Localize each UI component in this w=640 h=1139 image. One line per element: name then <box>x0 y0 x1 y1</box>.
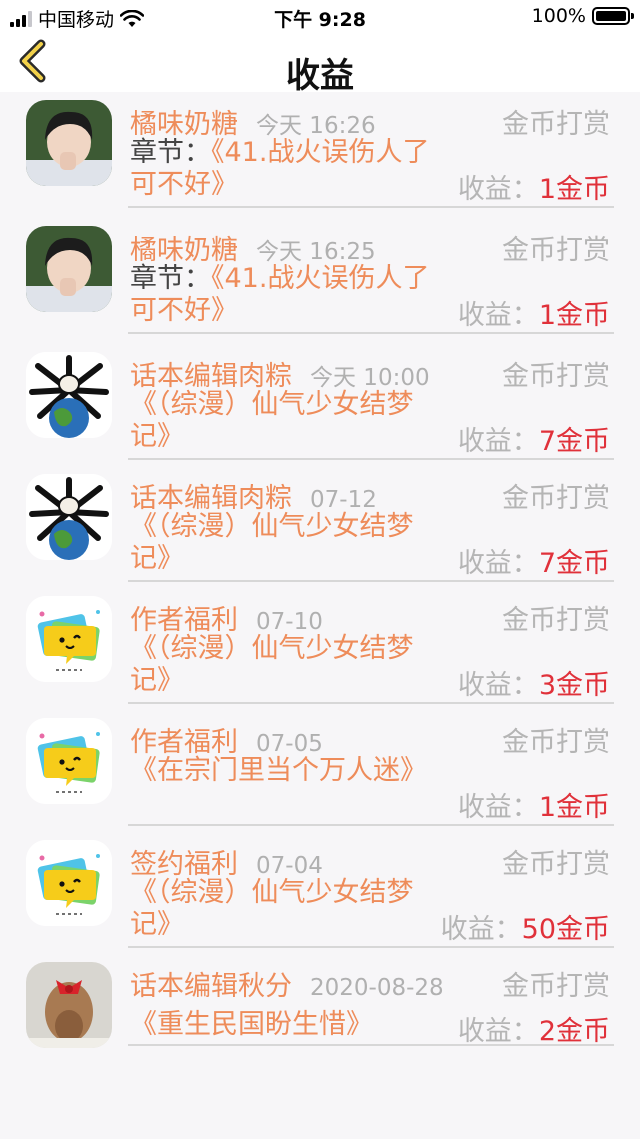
record-work: 章节：《41.战火误伤人了可不好》 <box>130 137 440 201</box>
record-name: 签约福利 07-04 <box>130 849 323 880</box>
earth-bones-icon <box>26 474 112 560</box>
record-earning: 收益：7金币 <box>457 548 610 579</box>
earning-amount: 1金币 <box>538 792 610 823</box>
divider <box>128 458 614 460</box>
record-name: 橘味奶糖 今天 16:25 <box>130 235 376 266</box>
avatar <box>26 840 112 926</box>
record-work: 《（综漫）仙气少女结梦记》 <box>130 511 414 574</box>
record-earning: 收益：2金币 <box>457 1016 610 1047</box>
record-type: 金币打赏 <box>502 109 610 140</box>
earning-amount: 3金币 <box>538 670 610 701</box>
record-type: 金币打赏 <box>502 235 610 266</box>
page-title: 收益 <box>286 56 354 96</box>
divider <box>128 1044 614 1046</box>
record-earning: 收益：1金币 <box>457 792 610 823</box>
earning-record[interactable]: 作者福利 07-10 金币打赏 《（综漫）仙气少女结梦记》 收益：3金币 <box>0 588 640 710</box>
earning-amount: 1金币 <box>538 300 610 331</box>
earning-record[interactable]: 作者福利 07-05 金币打赏 《在宗门里当个万人迷》 收益：1金币 <box>0 710 640 832</box>
record-name: 作者福利 07-05 <box>130 727 323 758</box>
divider <box>128 580 614 582</box>
earning-record[interactable]: 话本编辑秋分 2020-08-28 金币打赏 《重生民国盼生惜》 收益：2金币 <box>0 954 640 1076</box>
boy-photo-icon <box>26 100 112 186</box>
chapter-label: 章节： <box>130 137 211 168</box>
earning-record[interactable]: 签约福利 07-04 金币打赏 《（综漫）仙气少女结梦记》 收益：50金币 <box>0 832 640 954</box>
avatar <box>26 352 112 438</box>
record-name: 话本编辑秋分 2020-08-28 <box>130 971 444 1002</box>
record-type: 金币打赏 <box>502 361 610 392</box>
record-earning: 收益：1金币 <box>457 174 610 205</box>
record-work: 《重生民国盼生惜》 <box>130 1009 373 1040</box>
record-work: 《在宗门里当个万人迷》 <box>130 755 427 786</box>
earth-bones-icon <box>26 352 112 438</box>
divider <box>128 702 614 704</box>
divider <box>128 824 614 826</box>
record-name: 作者福利 07-10 <box>130 605 323 636</box>
record-type: 金币打赏 <box>502 605 610 636</box>
earning-record[interactable]: 话本编辑肉粽 今天 10:00 金币打赏 《（综漫）仙气少女结梦记》 收益：7金币 <box>0 344 640 466</box>
avatar <box>26 718 112 804</box>
record-name: 话本编辑肉粽 今天 10:00 <box>130 361 430 392</box>
record-work: 章节：《41.战火误伤人了可不好》 <box>130 263 440 327</box>
record-time: 07-05 <box>256 731 323 757</box>
battery-percent: 100% <box>531 5 586 27</box>
yellow-chat-icon <box>26 596 112 682</box>
earning-amount: 1金币 <box>538 174 610 205</box>
yellow-chat-icon <box>26 840 112 926</box>
record-work: 《（综漫）仙气少女结梦记》 <box>130 877 414 940</box>
divider <box>128 332 614 334</box>
battery-icon <box>592 7 634 25</box>
boy-photo-icon <box>26 226 112 312</box>
record-time: 07-10 <box>256 609 323 635</box>
record-earning: 收益：7金币 <box>457 426 610 457</box>
earning-amount: 7金币 <box>538 548 610 579</box>
earning-amount: 50金币 <box>521 914 610 945</box>
record-name: 橘味奶糖 今天 16:26 <box>130 109 376 140</box>
record-type: 金币打赏 <box>502 727 610 758</box>
record-time: 2020-08-28 <box>310 975 444 1001</box>
earning-amount: 7金币 <box>538 426 610 457</box>
record-earning: 收益：1金币 <box>457 300 610 331</box>
record-earning: 收益：50金币 <box>440 914 610 945</box>
record-earning: 收益：3金币 <box>457 670 610 701</box>
status-right: 100% <box>531 5 634 27</box>
girl-photo-icon <box>26 962 112 1048</box>
avatar <box>26 596 112 682</box>
record-work: 《（综漫）仙气少女结梦记》 <box>130 389 414 452</box>
record-type: 金币打赏 <box>502 971 610 1002</box>
earning-record[interactable]: 橘味奶糖 今天 16:26 金币打赏 章节：《41.战火误伤人了可不好》 收益：1… <box>0 92 640 214</box>
chapter-label: 章节： <box>130 263 211 294</box>
record-time: 07-04 <box>256 853 323 879</box>
record-name: 话本编辑肉粽 07-12 <box>130 483 377 514</box>
earning-amount: 2金币 <box>538 1016 610 1047</box>
avatar <box>26 226 112 312</box>
record-time: 今天 16:26 <box>256 113 376 139</box>
yellow-chat-icon <box>26 718 112 804</box>
record-time: 07-12 <box>310 487 377 513</box>
earning-record[interactable]: 话本编辑肉粽 07-12 金币打赏 《（综漫）仙气少女结梦记》 收益：7金币 <box>0 466 640 588</box>
avatar <box>26 100 112 186</box>
record-work: 《（综漫）仙气少女结梦记》 <box>130 633 414 696</box>
avatar <box>26 962 112 1048</box>
record-time: 今天 10:00 <box>310 365 430 391</box>
record-time: 今天 16:25 <box>256 239 376 265</box>
navigation-bar: 收益 <box>0 34 640 96</box>
divider <box>128 206 614 208</box>
record-type: 金币打赏 <box>502 849 610 880</box>
earning-record[interactable]: 橘味奶糖 今天 16:25 金币打赏 章节：《41.战火误伤人了可不好》 收益：1… <box>0 218 640 340</box>
status-bar: 中国移动 下午 9:28 100% <box>0 0 640 34</box>
divider <box>128 946 614 948</box>
record-type: 金币打赏 <box>502 483 610 514</box>
avatar <box>26 474 112 560</box>
